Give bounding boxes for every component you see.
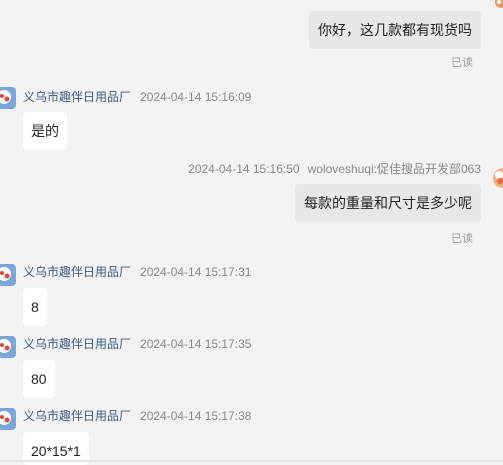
message-bubble-outgoing[interactable]: 每款的重量和尺寸是多少呢 [295, 184, 481, 222]
message-meta: 2024-04-14 15:16:50 woloveshuqi:促佳搜品开发部06… [188, 162, 481, 176]
sender-name[interactable]: 义乌市趣伴日用品厂 [23, 337, 131, 351]
message-text: 8 [31, 299, 39, 315]
message-text: 你好，这几款都有现货吗 [318, 22, 472, 38]
seller-avatar-icon[interactable] [0, 264, 16, 286]
message-meta: 义乌市趣伴日用品厂 2024-04-14 15:16:09 [23, 90, 251, 104]
chat-message-list[interactable]: 你好，这几款都有现货吗 已读 义乌市趣伴日用品厂 2024-04-14 15:16… [0, 0, 503, 465]
message-meta: 义乌市趣伴日用品厂 2024-04-14 15:17:31 [23, 265, 251, 279]
message-timestamp: 2024-04-14 15:17:35 [140, 337, 252, 351]
message-bubble-incoming[interactable]: 8 [23, 288, 47, 326]
read-receipt: 已读 [451, 57, 473, 69]
message-timestamp: 2024-04-14 15:17:38 [140, 409, 252, 423]
buyer-avatar-icon[interactable] [491, 0, 503, 22]
message-text: 20*15*1 [31, 443, 81, 459]
message-meta: 义乌市趣伴日用品厂 2024-04-14 15:17:38 [23, 409, 251, 423]
sender-name[interactable]: 义乌市趣伴日用品厂 [23, 90, 131, 104]
message-bubble-incoming[interactable]: 是的 [23, 112, 67, 150]
buyer-avatar-icon[interactable] [491, 166, 503, 188]
message-bubble-outgoing[interactable]: 你好，这几款都有现货吗 [309, 11, 481, 49]
message-bubble-incoming[interactable]: 80 [23, 360, 55, 398]
message-timestamp: 2024-04-14 15:17:31 [140, 265, 252, 279]
sender-name[interactable]: 义乌市趣伴日用品厂 [23, 409, 131, 423]
read-receipt: 已读 [451, 233, 473, 245]
seller-avatar-icon[interactable] [0, 336, 16, 358]
seller-avatar-icon[interactable] [0, 408, 16, 430]
message-meta: 义乌市趣伴日用品厂 2024-04-14 15:17:35 [23, 337, 251, 351]
seller-avatar-icon[interactable] [0, 87, 16, 109]
message-text: 是的 [31, 123, 59, 139]
message-timestamp: 2024-04-14 15:16:50 [188, 162, 300, 176]
sender-name[interactable]: woloveshuqi:促佳搜品开发部063 [308, 162, 481, 176]
message-text: 每款的重量和尺寸是多少呢 [304, 195, 472, 211]
message-timestamp: 2024-04-14 15:16:09 [140, 90, 252, 104]
sender-name[interactable]: 义乌市趣伴日用品厂 [23, 265, 131, 279]
message-text: 80 [31, 371, 47, 387]
